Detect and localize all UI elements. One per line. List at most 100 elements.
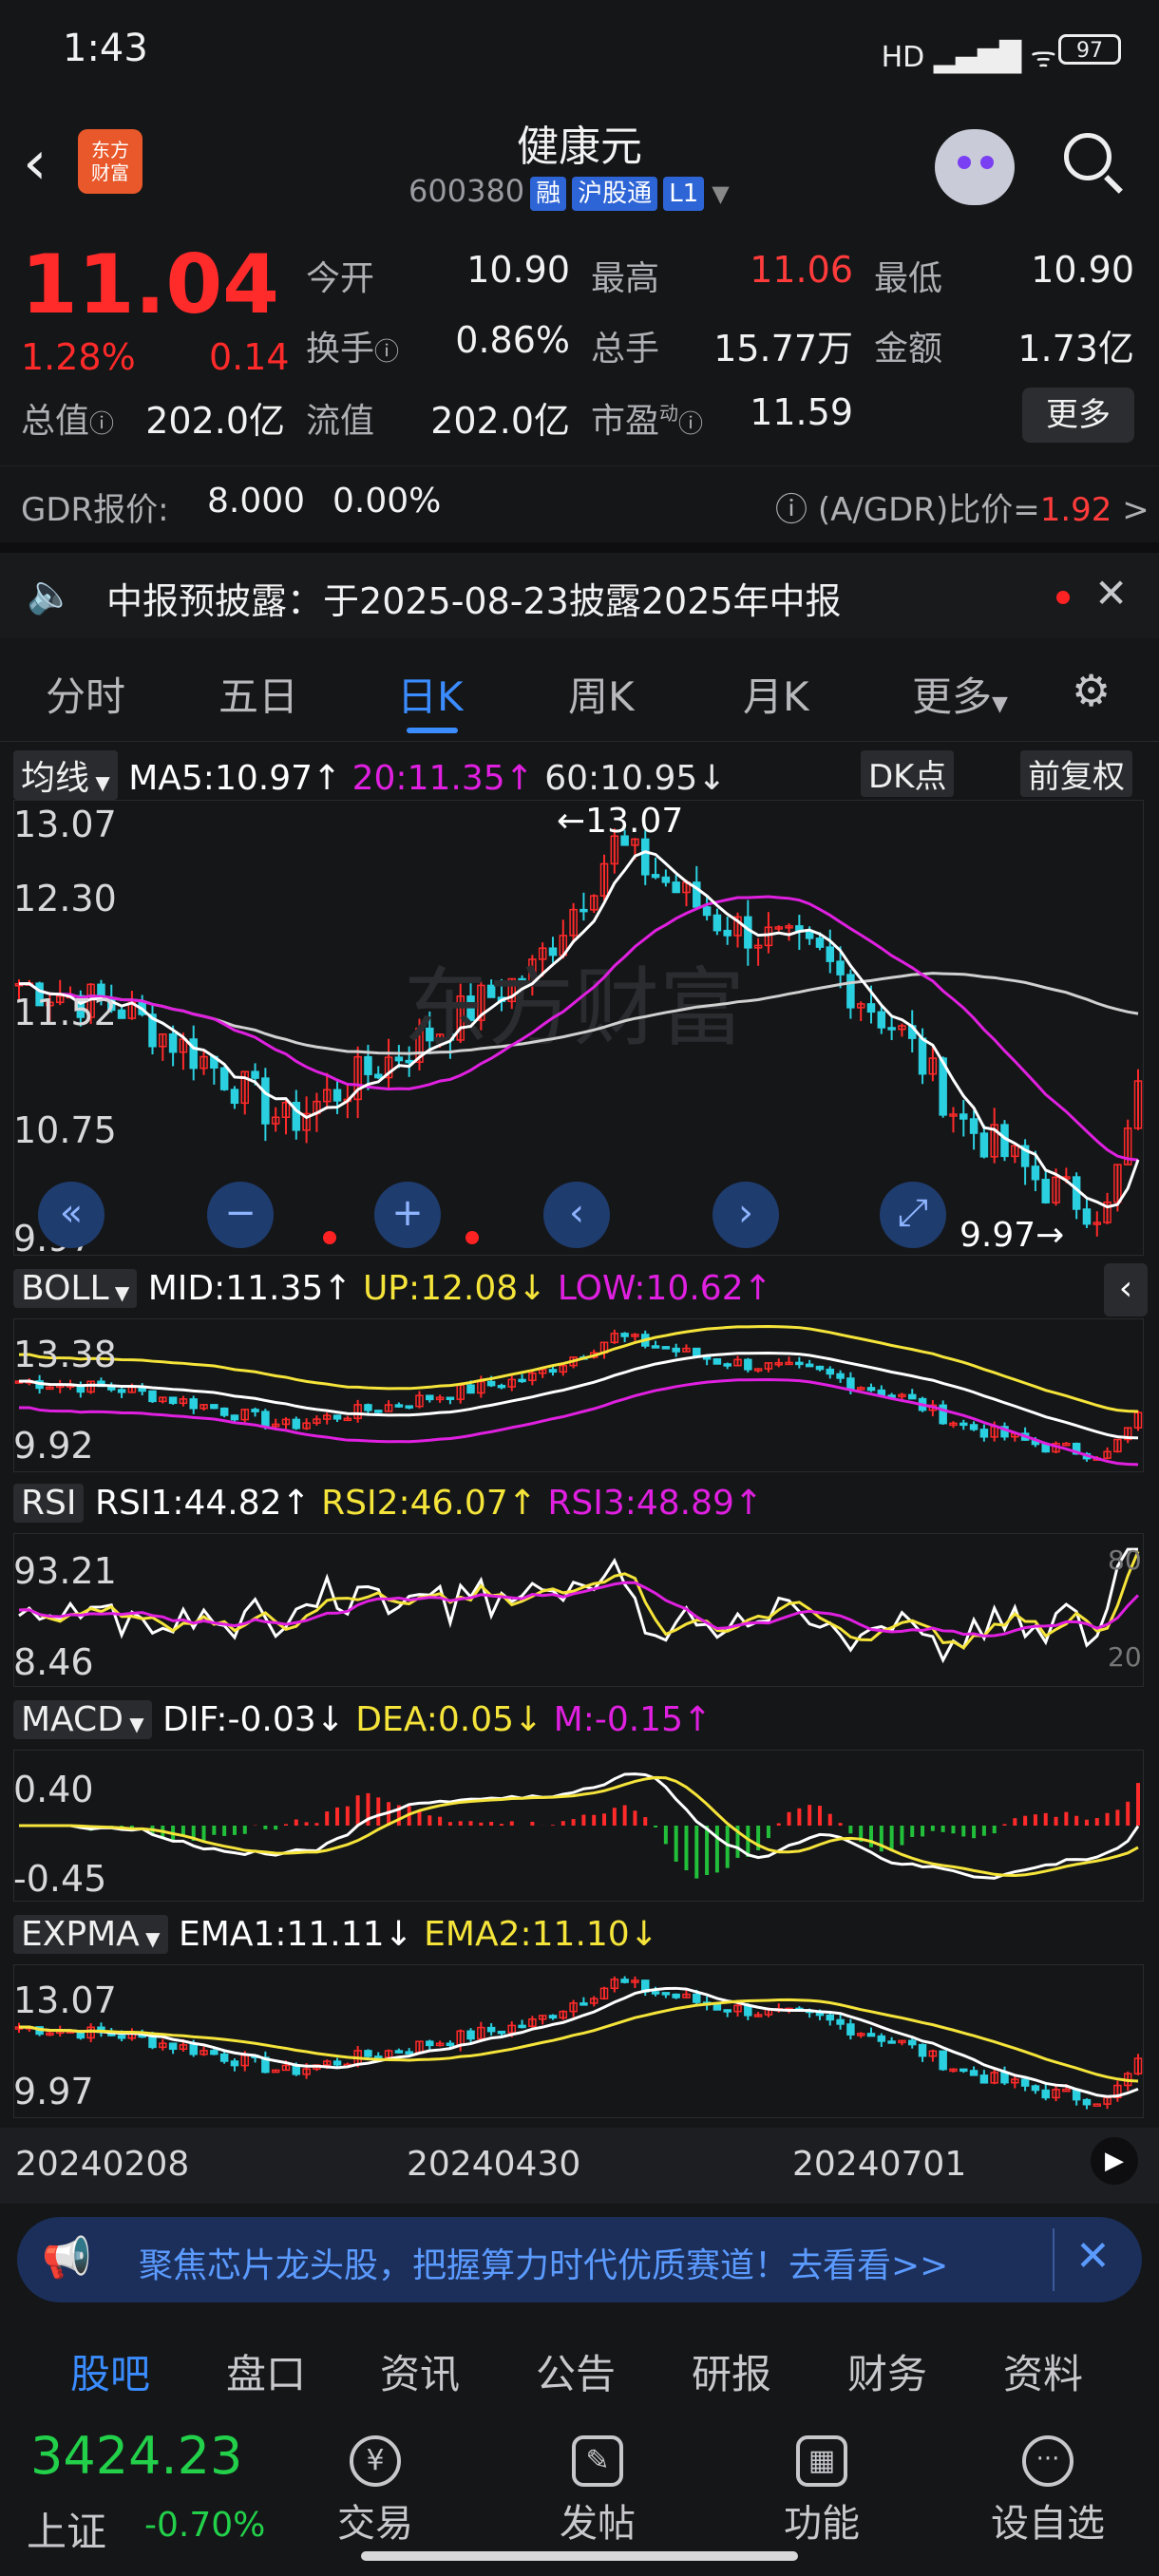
settings-gear-icon[interactable]: ⚙ [1072, 665, 1111, 716]
gdr-ratio: ⓘ (A/GDR)比价=1.92 > [775, 491, 1150, 529]
candle-body [907, 2039, 917, 2046]
candle-body [168, 2042, 178, 2051]
rsi-chart [13, 1533, 1144, 1687]
candle-body [405, 1059, 413, 1064]
scroll-left-fast-icon[interactable]: « [38, 1182, 104, 1248]
scroll-right-icon[interactable]: › [712, 1182, 779, 1248]
candle-body [117, 1009, 126, 1019]
index-name: 上证 [27, 2509, 107, 2555]
candle-body [826, 946, 835, 962]
gdr-label: GDR报价: [21, 491, 169, 529]
tab-profile[interactable]: 资料 [1003, 2342, 1083, 2400]
search-icon[interactable] [1064, 133, 1112, 180]
dk-point-button[interactable]: DK点 [861, 750, 955, 797]
event-dot [323, 1231, 336, 1244]
candle-body [866, 2033, 876, 2037]
candle-body [426, 2040, 434, 2047]
candle-body [661, 1992, 671, 1996]
value-low: 10.90 [1031, 249, 1134, 291]
stock-code-line[interactable]: 600380 融沪股通 L1 ▼ [408, 173, 730, 211]
candle-body [866, 1003, 876, 1013]
gdr-row[interactable]: GDR报价: 8.000 0.00% ⓘ (A/GDR)比价=1.92 > [0, 465, 1159, 554]
price-adjust-button[interactable]: 前复权 [1020, 750, 1132, 797]
tab-announcements[interactable]: 公告 [536, 2342, 616, 2400]
boll-selector[interactable]: BOLL ▼ [13, 1269, 138, 1308]
rsi-selector[interactable]: RSI [13, 1484, 85, 1523]
tab-orderbook[interactable]: 盘口 [226, 2342, 306, 2400]
macd-chart [13, 1750, 1144, 1902]
candle-body [497, 2030, 506, 2035]
candle-body [446, 2042, 455, 2047]
tab-monthly-k[interactable]: 月K [743, 665, 809, 723]
boll-chart [13, 1318, 1144, 1472]
candle-body [548, 1369, 558, 1373]
label-float-cap: 流值 [306, 402, 375, 441]
change-amount: 0.14 [209, 336, 290, 378]
close-icon[interactable]: ✕ [1094, 570, 1128, 616]
tab-finance[interactable]: 财务 [847, 2342, 927, 2400]
candle-body [907, 1393, 917, 1400]
play-icon[interactable]: ▶ [1091, 2137, 1138, 2185]
promo-banner[interactable]: 📢 聚焦芯片龙头股，把握算力时代优质赛道！去看看>> ✕ [17, 2217, 1142, 2302]
collapse-panel-icon[interactable]: ‹ [1104, 1263, 1148, 1316]
fullscreen-icon[interactable]: ⤢ [880, 1182, 946, 1248]
candle-body [887, 1027, 896, 1031]
zoom-in-icon[interactable]: + [374, 1182, 441, 1248]
scroll-left-icon[interactable]: ‹ [543, 1182, 610, 1248]
tab-5day[interactable]: 五日 [218, 665, 298, 723]
zoom-out-icon[interactable]: − [207, 1182, 274, 1248]
tab-research[interactable]: 研报 [692, 2342, 771, 2400]
macd-selector[interactable]: MACD ▼ [13, 1700, 152, 1739]
boll-low: LOW:10.62↑ [557, 1269, 772, 1308]
notice-bar[interactable]: 🔈 中报预披露：于2025-08-23披露2025年中报 ✕ [0, 553, 1159, 638]
candle-body [846, 2023, 855, 2036]
date-label: 20240701 [792, 2145, 967, 2184]
macd-m: M:-0.15↑ [553, 1700, 712, 1739]
candle-body [960, 2068, 968, 2073]
value-high: 11.06 [750, 249, 853, 291]
label-low: 最低 [874, 259, 943, 298]
candle-body [979, 1429, 989, 1438]
tab-intraday[interactable]: 分时 [46, 665, 125, 723]
trade-button[interactable]: ¥ 交易 [319, 2435, 431, 2548]
candle-body [405, 2051, 413, 2055]
candle-body [405, 1405, 413, 1409]
y-label: 8.46 [13, 1641, 94, 1683]
post-button[interactable]: ✎ 发帖 [542, 2435, 654, 2548]
clock: 1:43 [63, 27, 148, 70]
candle-body [918, 1037, 927, 1075]
tab-news[interactable]: 资讯 [380, 2342, 460, 2400]
rsi1-value: RSI1:44.82↑ [94, 1484, 311, 1523]
candle-body [651, 1991, 660, 1995]
avatar-eye-right [980, 156, 994, 169]
pane-border [13, 1318, 1144, 1472]
chevron-down-icon: ▼ [712, 180, 730, 207]
tab-daily-k[interactable]: 日K [397, 665, 464, 723]
tab-weekly-k[interactable]: 周K [568, 665, 635, 723]
candle-body [364, 2050, 372, 2057]
tab-guba[interactable]: 股吧 [70, 2342, 150, 2400]
functions-button[interactable]: ▦ 功能 [766, 2435, 878, 2548]
candle-body [712, 1358, 722, 1365]
candle-body [1020, 2078, 1030, 2087]
ema1-line [18, 1986, 1139, 2098]
more-quote-button[interactable]: 更多 [1022, 388, 1134, 443]
close-icon[interactable]: ✕ [1075, 2232, 1111, 2281]
set-watchlist-button[interactable]: ··· 设自选 [967, 2435, 1129, 2548]
ma-legend: 均线 ▼ MA5:10.97↑ 20:11.35↑ 60:10.95↓ [13, 750, 726, 800]
expma-selector[interactable]: EXPMA ▼ [13, 1915, 168, 1954]
robot-avatar-icon[interactable] [935, 129, 1015, 205]
candle-body [364, 1055, 372, 1075]
value-pe: 11.59 [750, 391, 853, 433]
ma-selector[interactable]: 均线 ▼ [13, 750, 118, 800]
candle-body [219, 1067, 229, 1090]
candle-body [394, 1404, 404, 1408]
index-value[interactable]: 3424.23 [30, 2426, 242, 2486]
tab-more[interactable]: 更多▼ [912, 665, 1008, 723]
candle-body [846, 974, 855, 1009]
candle-body [640, 838, 650, 876]
y-label: 10.75 [13, 1109, 117, 1151]
rsi-legend: RSI RSI1:44.82↑ RSI2:46.07↑ RSI3:48.89↑ [13, 1484, 763, 1523]
label-volume: 总手 [591, 330, 660, 369]
candle-body [877, 2035, 886, 2042]
